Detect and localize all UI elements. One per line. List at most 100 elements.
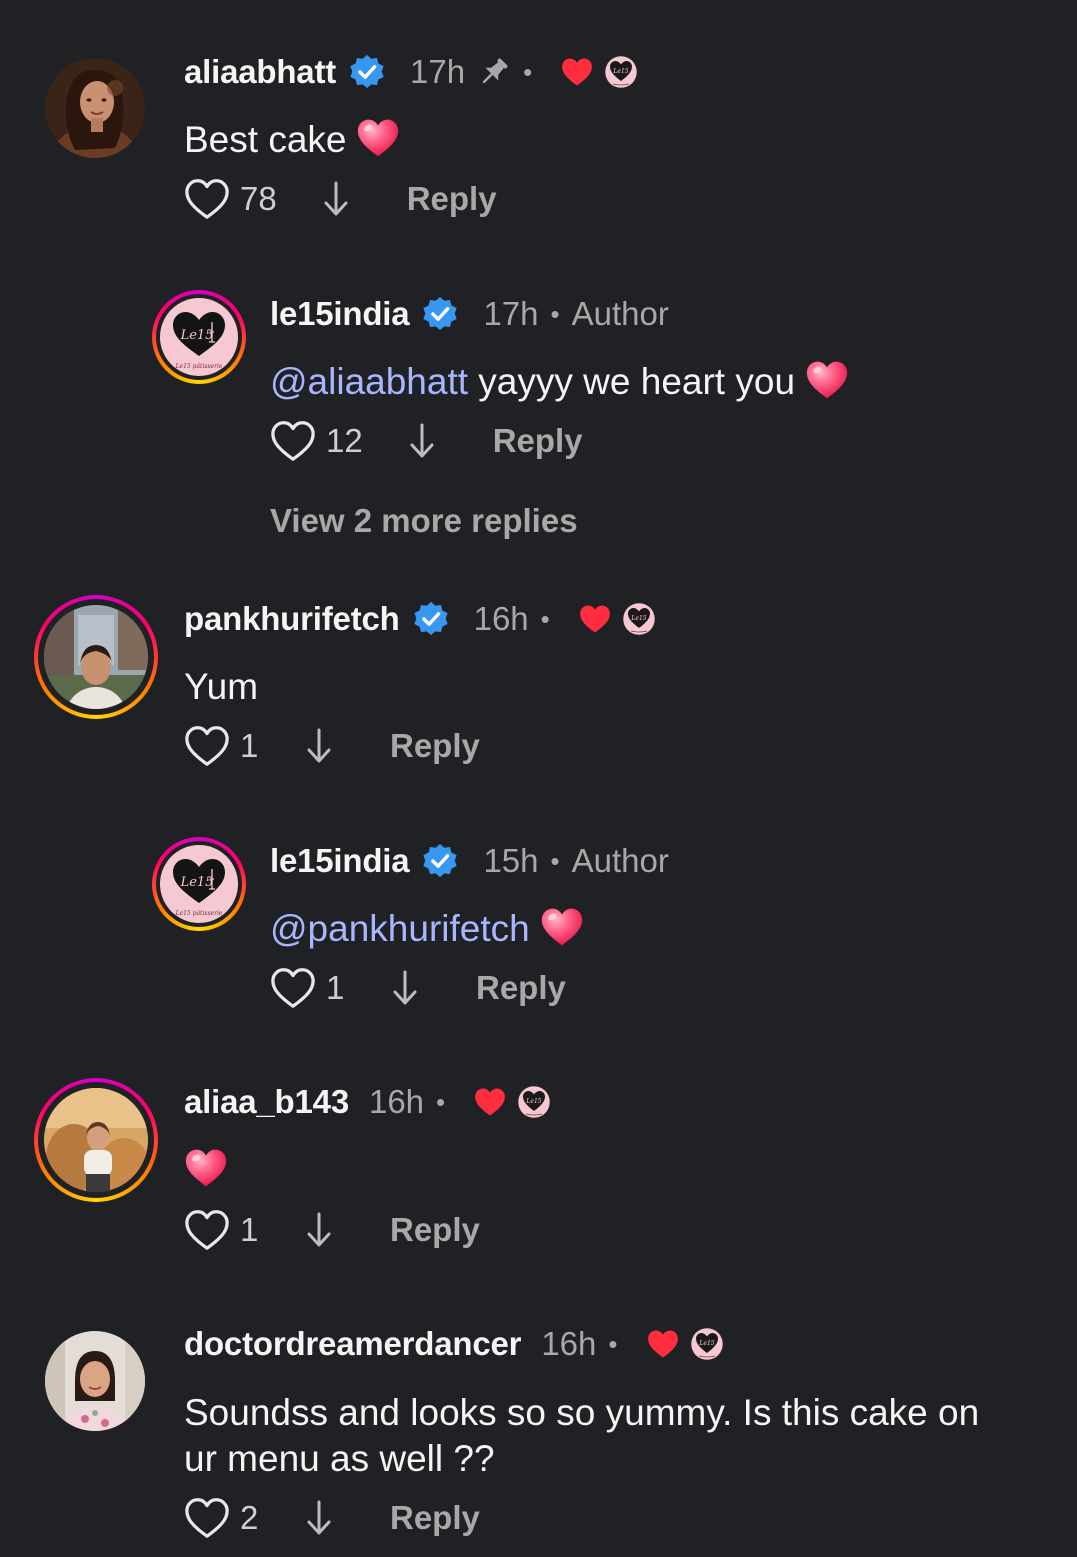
- view-more-replies-button[interactable]: View 2 more replies: [270, 502, 578, 540]
- like-heart-icon[interactable]: [270, 419, 316, 463]
- creator-liked-heart-icon: [560, 55, 594, 89]
- separator-dot: •: [540, 603, 550, 634]
- separator-dot: •: [550, 298, 560, 329]
- heart-emoji-icon: [540, 905, 584, 949]
- comment-header: le15india 17h • Author: [270, 292, 669, 336]
- username[interactable]: aliaa_b143: [184, 1083, 349, 1121]
- avatar[interactable]: [45, 58, 145, 158]
- avatar-photo: [44, 605, 148, 709]
- like-heart-icon[interactable]: [184, 1208, 230, 1252]
- like-heart-icon[interactable]: [184, 724, 230, 768]
- comment-text: [184, 1146, 228, 1193]
- dislike-arrow-icon[interactable]: [321, 179, 351, 219]
- heart-emoji-icon: [356, 116, 400, 160]
- svg-text:Le15: Le15: [180, 875, 214, 890]
- username[interactable]: aliaabhatt: [184, 53, 336, 91]
- creator-liked-heart-icon: [646, 1327, 680, 1361]
- comment-actions: 1 Reply: [184, 1205, 480, 1255]
- avatar[interactable]: [34, 595, 158, 719]
- comment-actions: 1 Reply: [184, 721, 480, 771]
- reply-button[interactable]: Reply: [390, 1211, 480, 1249]
- heart-emoji-icon: [805, 358, 849, 402]
- creator-avatar-icon: [604, 55, 638, 89]
- username[interactable]: le15india: [270, 842, 410, 880]
- comment-text-line: ur menu as well ??: [184, 1438, 495, 1479]
- username[interactable]: doctordreamerdancer: [184, 1325, 522, 1363]
- timestamp: 17h: [410, 53, 466, 90]
- comment-header: pankhurifetch 16h •: [184, 597, 656, 641]
- mention-link[interactable]: @aliaabhatt: [270, 361, 468, 402]
- creator-avatar-icon: [622, 602, 656, 636]
- comment-actions: 12 Reply: [270, 416, 583, 466]
- svg-text:Le15 pâtisserie: Le15 pâtisserie: [175, 910, 223, 917]
- comment-text: Best cake: [184, 116, 400, 163]
- like-heart-icon[interactable]: [184, 1496, 230, 1540]
- dislike-arrow-icon[interactable]: [304, 1210, 334, 1250]
- like-heart-icon[interactable]: [184, 177, 230, 221]
- svg-text:Le15: Le15: [180, 328, 214, 343]
- like-count: 78: [240, 180, 277, 217]
- separator-dot: •: [436, 1086, 446, 1117]
- creator-avatar-icon: [517, 1085, 551, 1119]
- reply-button[interactable]: Reply: [390, 727, 480, 765]
- author-label: Author: [571, 295, 669, 332]
- avatar-photo: [45, 1331, 145, 1431]
- creator-liked-heart-icon: [578, 602, 612, 636]
- like-count: 1: [240, 727, 259, 764]
- dislike-arrow-icon[interactable]: [407, 421, 437, 461]
- comment-actions: 2 Reply: [184, 1493, 480, 1543]
- comment-actions: 1 Reply: [270, 963, 566, 1013]
- verified-badge-icon: [421, 295, 459, 333]
- comment-text: @pankhurifetch: [270, 905, 584, 952]
- verified-badge-icon: [412, 600, 450, 638]
- reply-button[interactable]: Reply: [390, 1499, 480, 1537]
- timestamp: 16h: [541, 1325, 597, 1362]
- le15-logo-icon: Le15 Le15 pâtisserie: [160, 845, 238, 923]
- dislike-arrow-icon[interactable]: [304, 726, 334, 766]
- comment-text: @aliaabhatt yayyy we heart you: [270, 358, 849, 405]
- comment-text: Yum: [184, 666, 259, 707]
- comment-actions: 78 Reply: [184, 174, 497, 224]
- timestamp: 16h: [473, 600, 529, 637]
- avatar[interactable]: Le15 Le15 pâtisserie: [152, 290, 246, 384]
- username[interactable]: le15india: [270, 295, 410, 333]
- like-count: 1: [240, 1211, 259, 1248]
- creator-avatar-icon: [690, 1327, 724, 1361]
- pin-icon: [477, 55, 511, 89]
- avatar-photo: [44, 1088, 148, 1192]
- comment-header: doctordreamerdancer 16h •: [184, 1322, 724, 1366]
- like-count: 2: [240, 1499, 259, 1536]
- dislike-arrow-icon[interactable]: [390, 968, 420, 1008]
- avatar[interactable]: [34, 1078, 158, 1202]
- heart-emoji-icon: [184, 1146, 228, 1190]
- comment-text-line: Soundss and looks so so yummy. Is this c…: [184, 1392, 980, 1433]
- le15-logo-icon: Le15 Le15 pâtisserie: [160, 298, 238, 376]
- username[interactable]: pankhurifetch: [184, 600, 400, 638]
- like-count: 1: [326, 969, 345, 1006]
- svg-text:Le15 pâtisserie: Le15 pâtisserie: [175, 363, 223, 370]
- reply-button[interactable]: Reply: [476, 969, 566, 1007]
- like-count: 12: [326, 422, 363, 459]
- author-label: Author: [571, 842, 669, 879]
- reply-button[interactable]: Reply: [407, 180, 497, 218]
- timestamp: 16h: [368, 1083, 425, 1120]
- dislike-arrow-icon[interactable]: [304, 1498, 334, 1538]
- reply-button[interactable]: Reply: [493, 422, 583, 460]
- creator-liked-heart-icon: [473, 1085, 507, 1119]
- timestamp: 17h: [483, 295, 539, 332]
- avatar[interactable]: [45, 1331, 145, 1431]
- comment-header: aliaabhatt 17h •: [184, 50, 638, 94]
- verified-badge-icon: [421, 842, 459, 880]
- comment-header: le15india 15h • Author: [270, 839, 669, 883]
- comment-text: Soundss and looks so so yummy. Is this c…: [184, 1390, 1054, 1482]
- verified-badge-icon: [348, 53, 386, 91]
- separator-dot: •: [523, 56, 533, 87]
- mention-link[interactable]: @pankhurifetch: [270, 908, 530, 949]
- like-heart-icon[interactable]: [270, 966, 316, 1010]
- avatar[interactable]: Le15 Le15 pâtisserie: [152, 837, 246, 931]
- comment-header: aliaa_b143 16h •: [184, 1080, 551, 1124]
- separator-dot: •: [550, 845, 560, 876]
- avatar-photo: [45, 58, 145, 158]
- separator-dot: •: [608, 1328, 618, 1359]
- timestamp: 15h: [483, 842, 539, 879]
